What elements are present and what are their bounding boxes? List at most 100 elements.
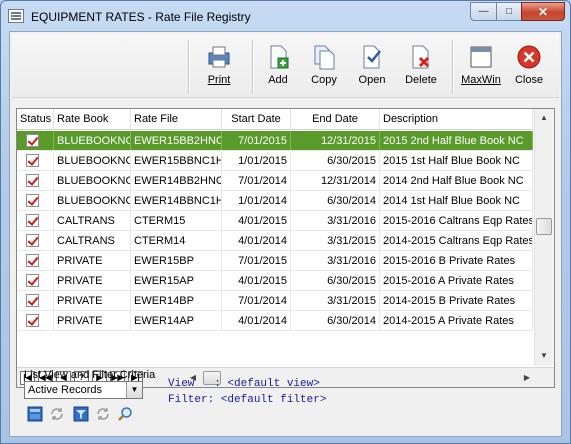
cell-status — [17, 291, 54, 310]
open-icon — [363, 45, 381, 69]
cell-description: 2015-2016 Caltrans Eqp Rates — [380, 211, 533, 230]
maximize-button[interactable]: □ — [496, 2, 522, 21]
print-button[interactable]: Print — [196, 42, 242, 94]
status-checkbox[interactable] — [26, 174, 39, 187]
status-checkbox[interactable] — [26, 254, 39, 267]
column-header-description[interactable]: Description — [380, 109, 533, 130]
cell-start-date: 7/01/2014 — [222, 291, 291, 310]
cell-status — [17, 171, 54, 190]
maximize-window-icon — [470, 46, 492, 68]
view-refresh-icon[interactable] — [49, 406, 65, 422]
table-row[interactable]: CALTRANS CTERM15 4/01/2015 3/31/2016 2015-20… — [17, 211, 533, 231]
table-row[interactable]: PRIVATE EWER14AP 4/01/2014 6/30/2014 2014-20… — [17, 311, 533, 331]
cell-end-date: 3/31/2016 — [291, 251, 380, 270]
print-icon — [208, 46, 230, 68]
grid-header: Status Rate Book Rate File Start Date En… — [17, 109, 533, 130]
column-header-start-date[interactable]: Start Date — [222, 109, 291, 130]
column-header-status[interactable]: Status — [17, 109, 54, 130]
scroll-down-arrow[interactable]: ▼ — [536, 348, 552, 364]
column-header-rate-book[interactable]: Rate Book — [54, 109, 131, 130]
table-row[interactable]: PRIVATE EWER15AP 4/01/2015 6/30/2015 2015-20… — [17, 271, 533, 291]
table-row[interactable]: CALTRANS CTERM14 4/01/2014 3/31/2015 2014-20… — [17, 231, 533, 251]
cell-rate-book: PRIVATE — [54, 271, 131, 290]
table-row[interactable]: BLUEBOOKNC EWER15BB2HNC 7/01/2015 12/31/201… — [17, 131, 533, 151]
close-button[interactable]: Close — [506, 42, 552, 94]
column-header-rate-file[interactable]: Rate File — [131, 109, 222, 130]
copy-icon — [314, 45, 335, 70]
cell-rate-book: CALTRANS — [54, 211, 131, 230]
cell-rate-file: EWER14BBNC1H — [131, 191, 222, 210]
table-row[interactable]: PRIVATE EWER14BP 7/01/2014 3/31/2015 2014-20… — [17, 291, 533, 311]
chevron-down-icon[interactable]: ▼ — [126, 382, 142, 398]
close-window-button[interactable]: ✕ — [521, 2, 565, 21]
table-row[interactable]: BLUEBOOKNC EWER15BBNC1H 1/01/2015 6/30/2015… — [17, 151, 533, 171]
cell-rate-book: PRIVATE — [54, 251, 131, 270]
cell-rate-file: EWER14AP — [131, 311, 222, 330]
status-checkbox[interactable] — [26, 274, 39, 287]
open-button[interactable]: Open — [349, 42, 395, 94]
cell-rate-book: BLUEBOOKNC — [54, 191, 131, 210]
status-checkbox[interactable] — [26, 154, 39, 167]
cell-start-date: 1/01/2015 — [222, 151, 291, 170]
title-bar[interactable]: EQUIPMENT RATES - Rate File Registry — □… — [1, 1, 570, 31]
toolbar: Print Add Copy Open Delete MaxWin Close — [12, 34, 559, 98]
app-window: EQUIPMENT RATES - Rate File Registry — □… — [0, 0, 571, 444]
cell-start-date: 1/01/2014 — [222, 191, 291, 210]
cell-start-date: 4/01/2014 — [222, 311, 291, 330]
status-checkbox[interactable] — [26, 314, 39, 327]
cell-rate-book: CALTRANS — [54, 231, 131, 250]
status-checkbox[interactable] — [26, 234, 39, 247]
search-icon[interactable] — [117, 406, 133, 422]
cell-end-date: 6/30/2014 — [291, 191, 380, 210]
scroll-right-arrow[interactable]: ▶ — [521, 372, 533, 384]
cell-rate-file: EWER14BP — [131, 291, 222, 310]
cell-description: 2015-2016 A Private Rates — [380, 271, 533, 290]
toolbar-separator — [188, 40, 189, 94]
vertical-scroll-thumb[interactable] — [536, 218, 552, 235]
maxwin-button[interactable]: MaxWin — [458, 42, 504, 94]
status-checkbox[interactable] — [26, 134, 39, 147]
delete-button[interactable]: Delete — [398, 42, 444, 94]
print-label: Print — [207, 74, 231, 86]
rate-file-grid[interactable]: Status Rate Book Rate File Start Date En… — [16, 108, 555, 388]
scroll-up-arrow[interactable]: ▲ — [536, 110, 552, 126]
filter-refresh-icon[interactable] — [95, 406, 111, 422]
view-icon[interactable] — [27, 406, 43, 422]
open-label: Open — [358, 74, 386, 86]
cell-rate-file: EWER15AP — [131, 271, 222, 290]
status-checkbox[interactable] — [26, 214, 39, 227]
status-checkbox[interactable] — [26, 194, 39, 207]
cell-description: 2014 2nd Half Blue Book NC — [380, 171, 533, 190]
cell-rate-book: BLUEBOOKNC — [54, 131, 131, 150]
minimize-button[interactable]: — — [470, 2, 497, 21]
cell-start-date: 4/01/2015 — [222, 211, 291, 230]
column-header-end-date[interactable]: End Date — [291, 109, 380, 130]
close-label: Close — [514, 74, 544, 86]
grid-rows: BLUEBOOKNC EWER15BB2HNC 7/01/2015 12/31/201… — [17, 131, 533, 331]
cell-description: 2014-2015 B Private Rates — [380, 291, 533, 310]
cell-description: 2015-2016 B Private Rates — [380, 251, 533, 270]
status-checkbox[interactable] — [26, 294, 39, 307]
cell-status — [17, 151, 54, 170]
cell-end-date: 6/30/2015 — [291, 271, 380, 290]
record-filter-select[interactable]: Active Records ▼ — [24, 381, 143, 399]
copy-button[interactable]: Copy — [301, 42, 347, 94]
cell-description: 2015 1st Half Blue Book NC — [380, 151, 533, 170]
cell-end-date: 3/31/2016 — [291, 211, 380, 230]
window-title: EQUIPMENT RATES - Rate File Registry — [31, 10, 251, 24]
cell-description: 2014 1st Half Blue Book NC — [380, 191, 533, 210]
cell-start-date: 7/01/2015 — [222, 251, 291, 270]
view-filter-info: View : <default view> Filter: <default f… — [168, 376, 326, 408]
table-row[interactable]: BLUEBOOKNC EWER14BBNC1H 1/01/2014 6/30/2014… — [17, 191, 533, 211]
cell-status — [17, 251, 54, 270]
cell-status — [17, 311, 54, 330]
add-button[interactable]: Add — [255, 42, 301, 94]
table-row[interactable]: BLUEBOOKNC EWER14BB2HNC 7/01/2014 12/31/201… — [17, 171, 533, 191]
table-row[interactable]: PRIVATE EWER15BP 7/01/2015 3/31/2016 2015-20… — [17, 251, 533, 271]
criteria-label: List View and Filter Criteria — [24, 369, 156, 381]
vertical-scrollbar[interactable]: ▲ ▼ — [534, 109, 553, 366]
filter-icon[interactable] — [73, 406, 89, 422]
cell-end-date: 3/31/2015 — [291, 291, 380, 310]
copy-label: Copy — [311, 74, 337, 86]
cell-status — [17, 191, 54, 210]
